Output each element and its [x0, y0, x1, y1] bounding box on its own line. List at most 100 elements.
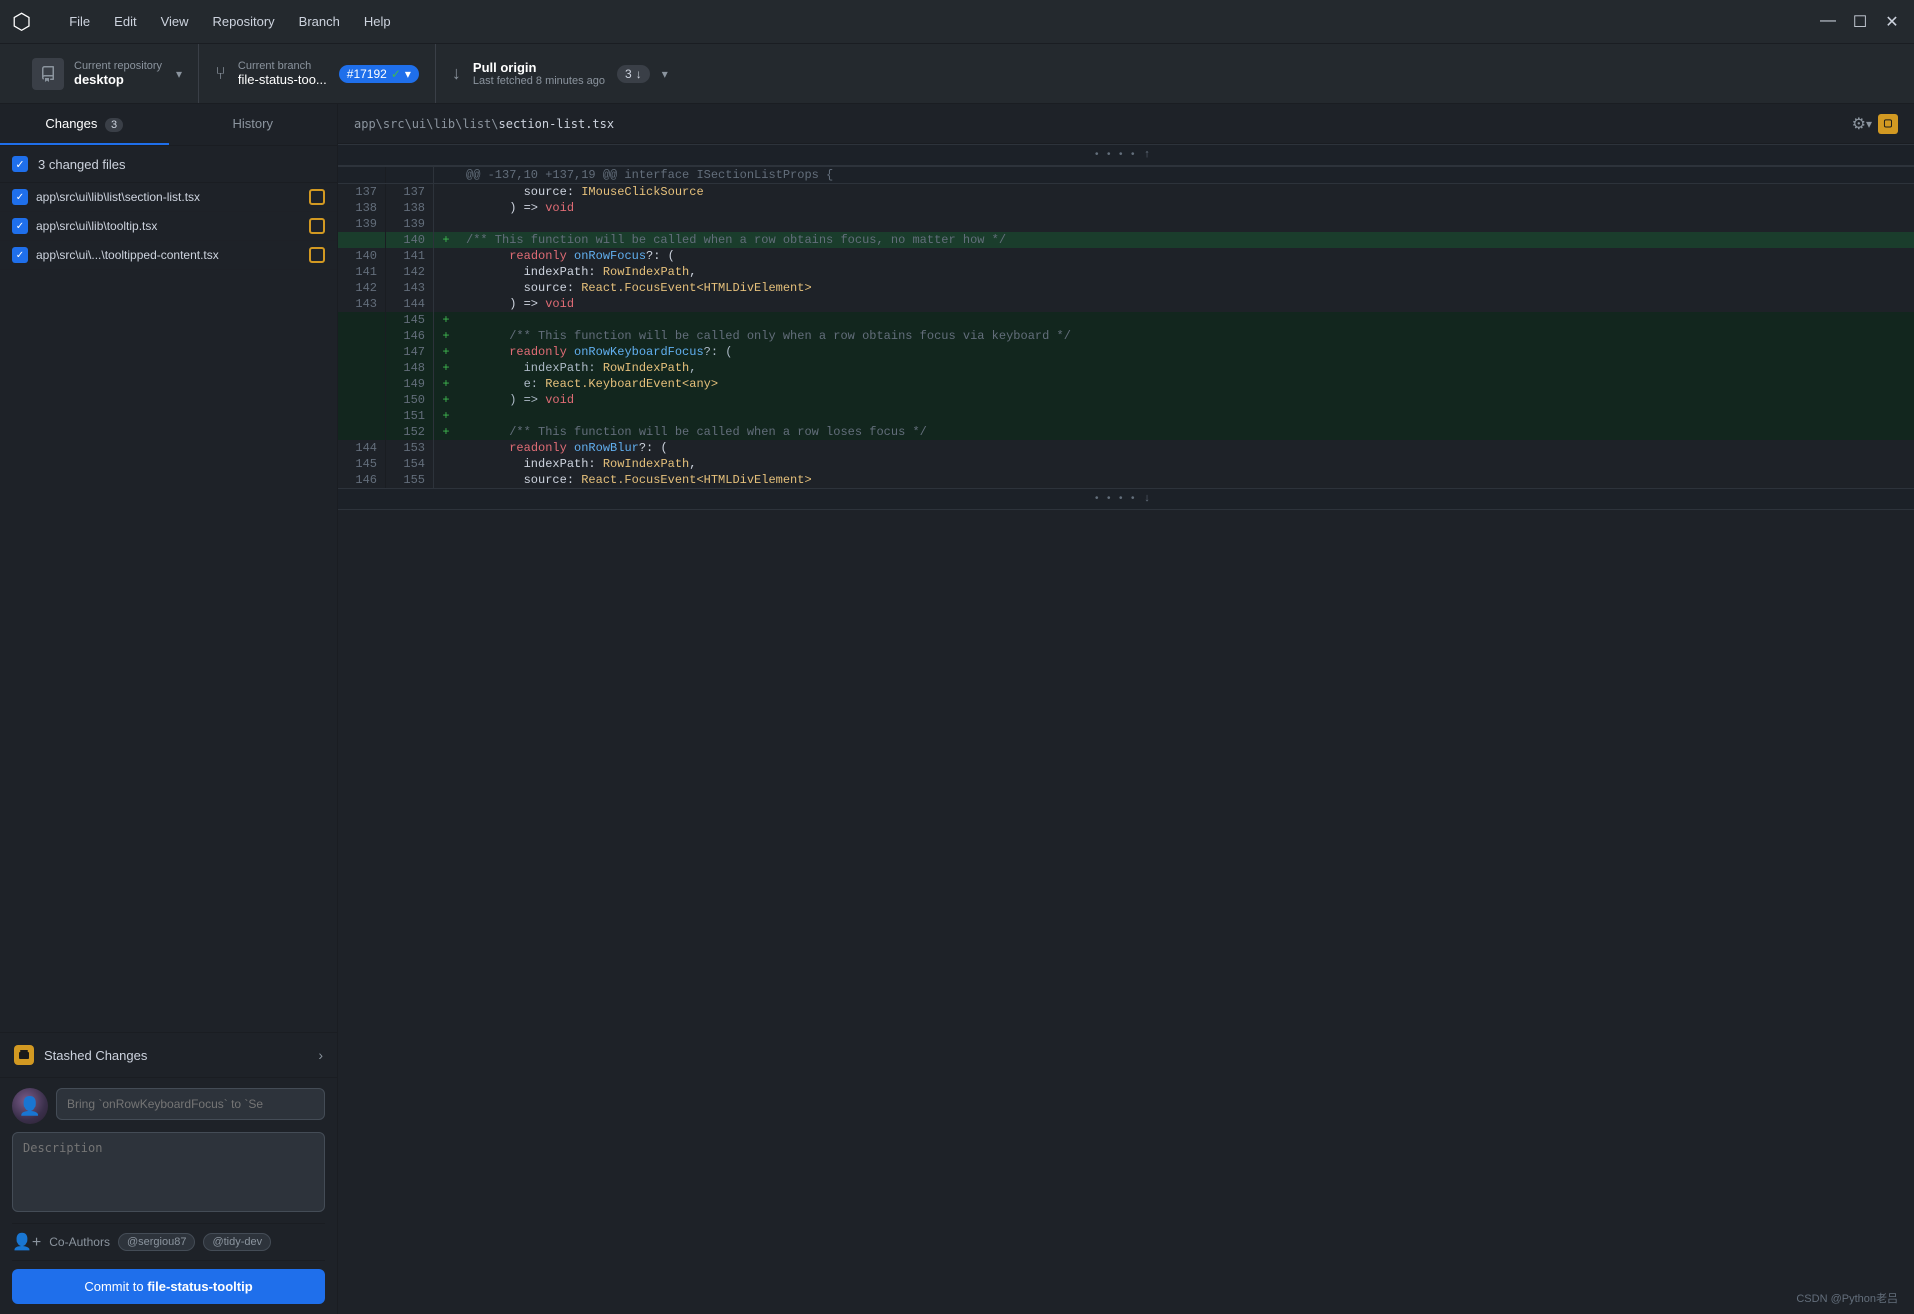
line-num-old [338, 408, 386, 424]
line-content: /** This function will be called when a … [458, 232, 1914, 248]
branch-name: file-status-too... [238, 72, 327, 87]
menu-edit[interactable]: Edit [104, 10, 146, 33]
commit-button[interactable]: Commit to file-status-tooltip [12, 1269, 325, 1304]
line-marker-add: + [434, 232, 458, 248]
line-marker-add: + [434, 424, 458, 440]
file-status-icon-1 [309, 218, 325, 234]
expand-dots-top: • • • • [1094, 150, 1136, 161]
line-num-old: 144 [338, 440, 386, 456]
commit-btn-branch: file-status-tooltip [147, 1279, 252, 1294]
file-checkbox-0[interactable]: ✓ [12, 189, 28, 205]
diff-line-added: 151 + [338, 408, 1914, 424]
pull-count: 3 [625, 67, 632, 81]
line-content: ) => void [458, 200, 1914, 216]
diff-line-added: 148 + indexPath: RowIndexPath, [338, 360, 1914, 376]
commit-summary-input[interactable] [56, 1088, 325, 1120]
diff-line: 145 154 indexPath: RowIndexPath, [338, 456, 1914, 472]
changed-files-header: ✓ 3 changed files [0, 146, 337, 183]
diff-line: 144 153 readonly onRowBlur?: ( [338, 440, 1914, 456]
maximize-button[interactable]: ☐ [1850, 12, 1870, 32]
line-content: e: React.KeyboardEvent<any> [458, 376, 1914, 392]
check-icon: ✓ [391, 67, 401, 81]
line-marker-add: + [434, 408, 458, 424]
pull-sub: Last fetched 8 minutes ago [473, 75, 605, 87]
list-item[interactable]: ✓ app\src\ui\...\tooltipped-content.tsx [0, 241, 337, 270]
diff-line-added: 150 + ) => void [338, 392, 1914, 408]
file-path: app\src\ui\lib\list\section-list.tsx [354, 117, 1844, 131]
diff-line-added: 149 + e: React.KeyboardEvent<any> [338, 376, 1914, 392]
hunk-expand-bottom[interactable]: • • • • ↓ [338, 488, 1914, 510]
line-marker [434, 184, 458, 200]
line-num-new: 148 [386, 360, 434, 376]
line-num-new: 153 [386, 440, 434, 456]
minimize-button[interactable]: — [1818, 12, 1838, 32]
line-num-new: 152 [386, 424, 434, 440]
line-marker [434, 472, 458, 488]
close-button[interactable]: ✕ [1882, 12, 1902, 32]
tab-history[interactable]: History [169, 104, 338, 145]
diff-line-added: 145 + [338, 312, 1914, 328]
author-tag-1[interactable]: @tidy-dev [203, 1233, 271, 1251]
select-all-checkbox[interactable]: ✓ [12, 156, 28, 172]
file-status-icon-2 [309, 247, 325, 263]
hunk-line-num-old [338, 167, 386, 183]
branch-info: Current branch file-status-too... [238, 60, 327, 87]
changed-count: 3 changed files [38, 157, 125, 172]
tab-changes[interactable]: Changes 3 [0, 104, 169, 145]
diff-view[interactable]: • • • • ↑ @@ -137,10 +137,19 @@ interfac… [338, 144, 1914, 1314]
line-marker [434, 264, 458, 280]
menu-view[interactable]: View [151, 10, 199, 33]
commit-description-input[interactable] [12, 1132, 325, 1212]
line-num-new: 142 [386, 264, 434, 280]
author-tag-0[interactable]: @sergiou87 [118, 1233, 195, 1251]
line-num-old: 146 [338, 472, 386, 488]
menu-file[interactable]: File [59, 10, 100, 33]
pull-badge: 3 ↓ [617, 65, 650, 83]
hunk-line-num-new [386, 167, 434, 183]
menu-bar: File Edit View Repository Branch Help [59, 10, 400, 33]
tab-changes-label: Changes [45, 116, 97, 131]
add-author-icon[interactable]: 👤+ [12, 1232, 41, 1252]
chevron-right-icon: › [318, 1047, 323, 1063]
pull-down-arrow: ↓ [636, 67, 642, 81]
file-checkbox-1[interactable]: ✓ [12, 218, 28, 234]
expand-arrow-up: ↑ [1144, 149, 1151, 161]
line-num-new: 140 [386, 232, 434, 248]
branch-section[interactable]: ⑂ Current branch file-status-too... #171… [199, 44, 436, 103]
line-num-new: 139 [386, 216, 434, 232]
stashed-header[interactable]: Stashed Changes › [0, 1033, 337, 1077]
repo-section[interactable]: Current repository desktop ▾ [16, 44, 199, 103]
commit-input-row: 👤 [12, 1088, 325, 1124]
coauthor-label: Co-Authors [49, 1235, 110, 1249]
line-num-new: 150 [386, 392, 434, 408]
expand-dots-bottom: • • • • [1094, 494, 1136, 505]
line-marker [434, 280, 458, 296]
menu-repository[interactable]: Repository [203, 10, 285, 33]
settings-icon[interactable]: ⚙ [1852, 114, 1866, 134]
settings-dropdown-icon[interactable]: ▾ [1866, 117, 1872, 131]
line-num-old: 145 [338, 456, 386, 472]
hunk-expand-top[interactable]: • • • • ↑ [338, 144, 1914, 166]
line-content: ) => void [458, 296, 1914, 312]
line-num-old: 137 [338, 184, 386, 200]
diff-line-added-highlight: 140 + /** This function will be called w… [338, 232, 1914, 248]
line-content: /** This function will be called when a … [458, 424, 1914, 440]
file-checkbox-2[interactable]: ✓ [12, 247, 28, 263]
line-content: readonly onRowBlur?: ( [458, 440, 1914, 456]
line-num-old [338, 360, 386, 376]
menu-branch[interactable]: Branch [289, 10, 350, 33]
list-item[interactable]: ✓ app\src\ui\lib\list\section-list.tsx [0, 183, 337, 212]
window-controls: — ☐ ✕ [1818, 12, 1902, 32]
list-item[interactable]: ✓ app\src\ui\lib\tooltip.tsx [0, 212, 337, 241]
pull-dropdown-arrow: ▾ [662, 67, 668, 81]
expand-icon[interactable]: ▢ [1878, 114, 1898, 134]
repo-label: Current repository [74, 60, 162, 72]
line-num-new: 141 [386, 248, 434, 264]
branch-badge[interactable]: #17192 ✓ ▾ [339, 65, 419, 83]
stashed-section: Stashed Changes › [0, 1032, 337, 1077]
pull-section[interactable]: ↓ Pull origin Last fetched 8 minutes ago… [436, 44, 684, 103]
branch-icon: ⑂ [215, 63, 226, 84]
menu-help[interactable]: Help [354, 10, 401, 33]
file-path-name: section-list.tsx [499, 117, 615, 131]
repo-name: desktop [74, 72, 162, 87]
